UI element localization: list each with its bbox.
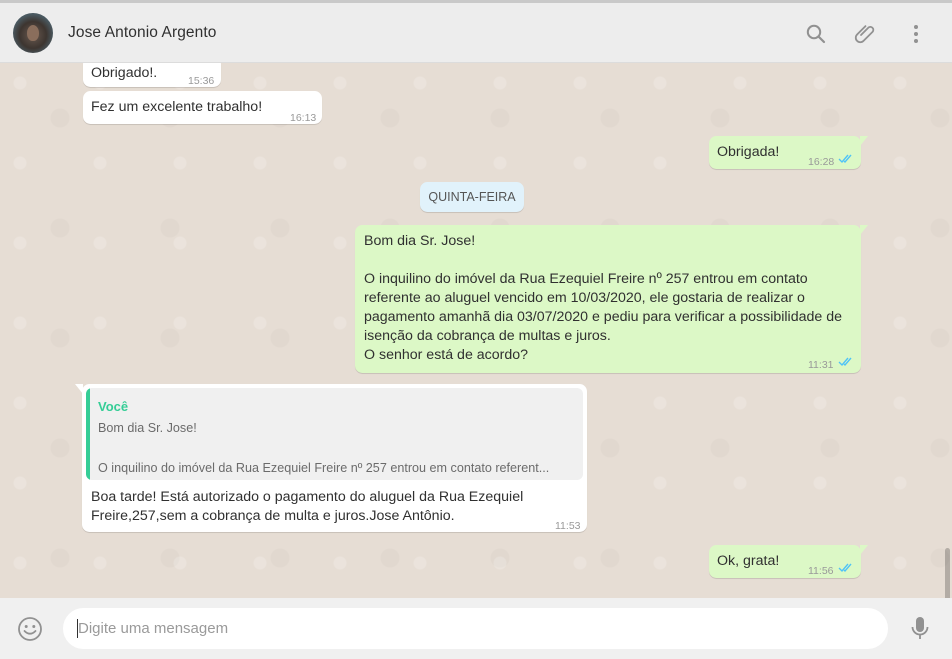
message-line: Freire,257,sem a cobrança de multa e jur… [91,508,455,524]
message-line: O senhor está de acordo? [364,347,529,363]
quoted-message[interactable]: Você Bom dia Sr. Jose! O inquilino do im… [86,388,583,480]
message-text: Ok, grata! [717,553,780,569]
message-time: 11:31 [808,359,834,371]
message-incoming[interactable]: Obrigado!. 15:36 [83,63,221,87]
message-text: Obrigado!. [91,65,158,81]
message-outgoing[interactable]: Obrigada! 16:28 [709,136,868,169]
message-line: Boa tarde! Está autorizado o pagamento d… [91,489,524,505]
message-input[interactable] [78,608,878,649]
message-time: 16:28 [808,156,835,168]
message-line: O inquilino do imóvel da Rua Ezequiel Fr… [364,271,808,287]
message-time: 11:53 [555,520,581,532]
quote-accent-bar [86,388,90,480]
message-time: 16:13 [290,112,317,124]
message-input-container[interactable] [63,608,888,649]
read-ticks-icon [838,154,852,164]
quote-text: Bom dia Sr. Jose! [98,421,197,435]
search-icon[interactable] [804,22,828,46]
message-line: isenção da cobrança de multas e juros. [364,328,611,344]
menu-icon[interactable] [904,22,928,46]
read-ticks-icon [838,357,852,367]
quote-text: O inquilino do imóvel da Rua Ezequiel Fr… [98,461,550,475]
message-list[interactable]: Obrigado!. 15:36 Fez um excelente trabal… [0,63,952,598]
emoji-icon[interactable] [17,616,43,647]
day-separator: QUINTA-FEIRA [420,182,524,212]
quote-author: Você [98,399,129,414]
message-text: Obrigada! [717,144,780,160]
message-text: Fez um excelente trabalho! [91,99,263,115]
message-incoming[interactable]: Fez um excelente trabalho! 16:13 [83,91,322,124]
message-line: Bom dia Sr. Jose! [364,233,476,249]
message-outgoing[interactable]: Bom dia Sr. Jose! O inquilino do imóvel … [355,225,868,373]
scrollbar[interactable] [945,548,950,598]
message-time: 11:56 [808,565,834,577]
read-ticks-icon [838,563,852,573]
contact-name[interactable]: Jose Antonio Argento [68,24,217,42]
message-incoming-reply[interactable]: Você Bom dia Sr. Jose! O inquilino do im… [75,384,587,532]
message-outgoing[interactable]: Ok, grata! 11:56 [709,545,868,578]
message-line: pagamento amanhã dia 03/07/2020 e pediu … [364,309,842,325]
message-time: 15:36 [188,75,215,87]
contact-avatar[interactable] [13,13,53,53]
composer-bar [0,598,952,659]
attach-icon[interactable] [854,22,878,46]
chat-header: Jose Antonio Argento [0,0,952,63]
microphone-icon[interactable] [909,615,931,648]
message-line: referente ao aluguel vencido em 10/03/20… [364,290,805,306]
